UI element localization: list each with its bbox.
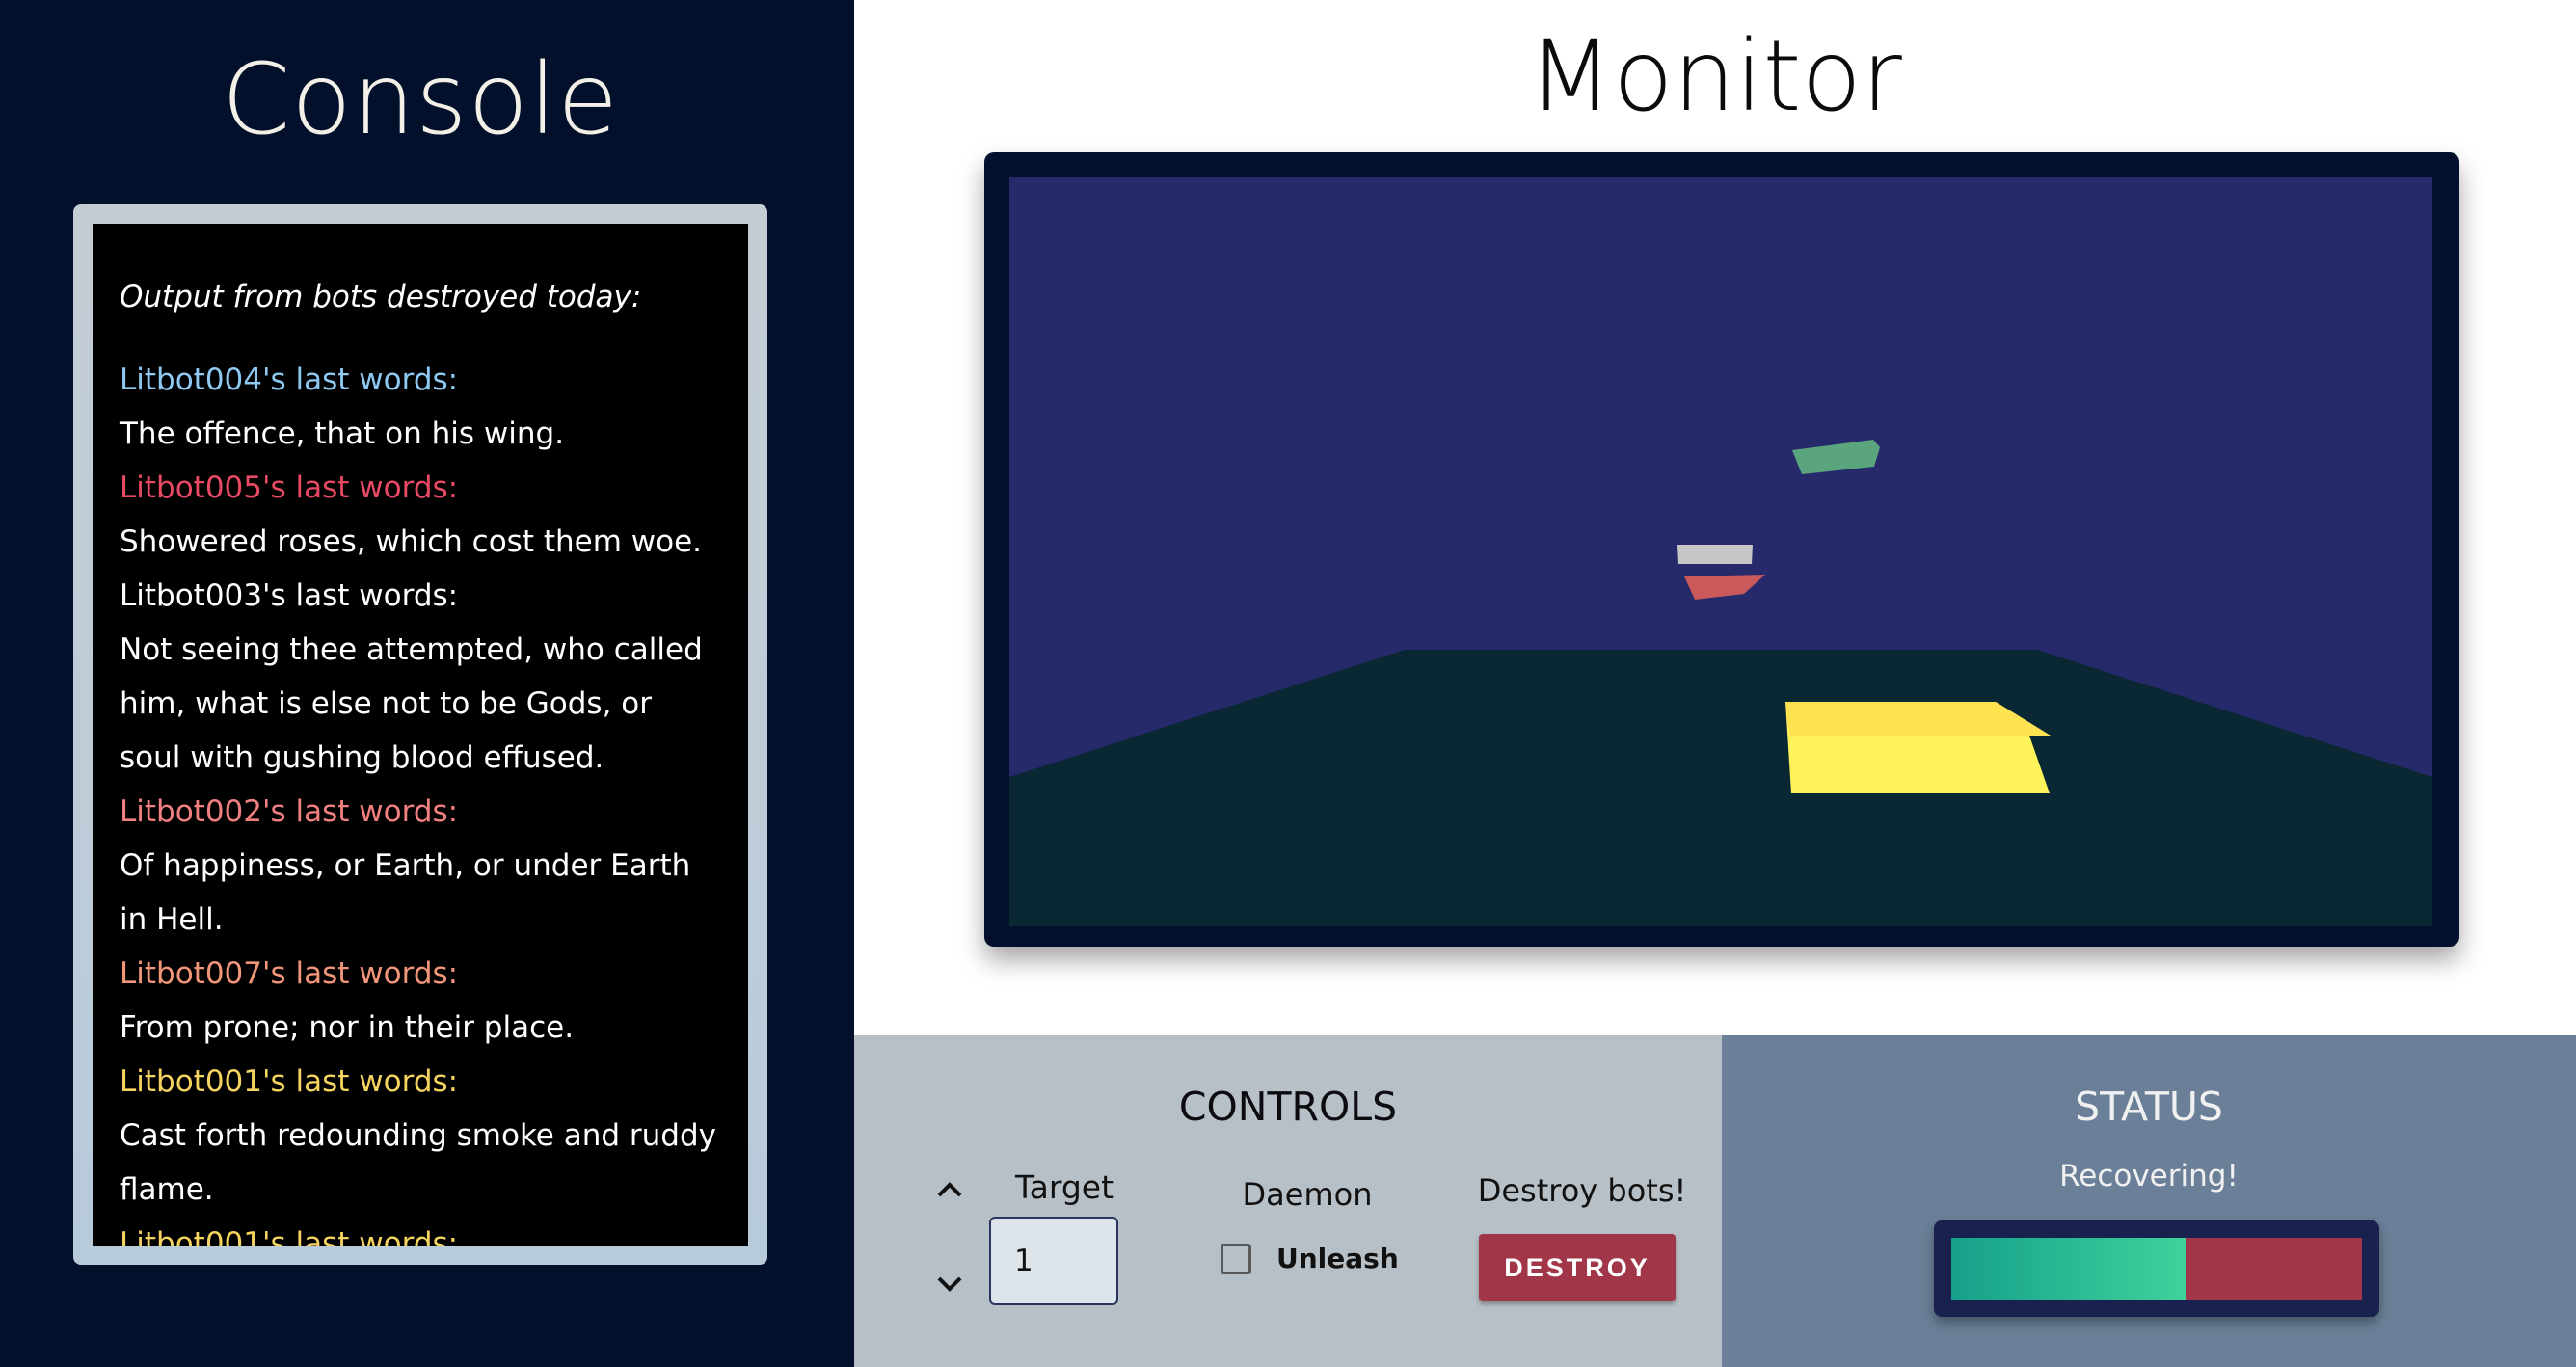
console-line: Litbot005's last words:	[120, 470, 459, 505]
scene-canvas	[1009, 177, 2432, 926]
console-line: From prone; nor in their place.	[120, 1010, 575, 1045]
console-output[interactable]: Output from bots destroyed today: Litbot…	[93, 224, 748, 1246]
status-text: Recovering!	[2059, 1159, 2239, 1193]
unleash-checkbox[interactable]	[1221, 1244, 1251, 1274]
console-line: Cast forth redounding smoke and ruddy fl…	[120, 1118, 716, 1207]
target-label: Target	[1014, 1168, 1114, 1206]
daemon-label: Daemon	[1242, 1176, 1373, 1213]
console-line: Litbot003's last words:	[120, 578, 459, 613]
bot-white	[1677, 545, 1753, 564]
monitor-title: Monitor	[1528, 19, 1902, 134]
console-frame: Output from bots destroyed today: Litbot…	[73, 204, 767, 1265]
health-meter	[1934, 1220, 2379, 1317]
destroy-button[interactable]: DESTROY	[1479, 1234, 1676, 1301]
console-line: Litbot001's last words:	[120, 1226, 459, 1246]
health-meter-track	[1951, 1238, 2362, 1300]
console-title: Console	[222, 42, 619, 157]
monitor-viewport[interactable]	[1009, 177, 2432, 926]
console-line: Litbot001's last words:	[120, 1064, 459, 1099]
controls-panel: CONTROLS Target Daemon Unleash Destroy b…	[854, 1035, 1722, 1367]
console-line: Showered roses, which cost them woe.	[120, 524, 703, 559]
console-panel: Console Output from bots destroyed today…	[0, 0, 854, 1367]
console-line: The offence, that on his wing.	[120, 416, 565, 451]
monitor-frame	[984, 152, 2459, 947]
chevron-down-icon[interactable]	[926, 1259, 974, 1307]
status-title: STATUS	[2075, 1084, 2223, 1130]
console-intro: Output from bots destroyed today:	[120, 280, 642, 314]
console-line: Litbot007's last words:	[120, 956, 459, 991]
status-panel: STATUS Recovering!	[1722, 1035, 2576, 1367]
console-lines: Litbot004's last words: The offence, that…	[120, 353, 721, 1246]
chevron-up-icon[interactable]	[926, 1165, 974, 1213]
destroy-label: Destroy bots!	[1477, 1172, 1687, 1209]
target-input[interactable]	[989, 1217, 1118, 1305]
controls-title: CONTROLS	[1178, 1084, 1398, 1130]
console-line: Not seeing thee attempted, who called hi…	[120, 632, 703, 775]
console-line: Litbot002's last words:	[120, 794, 459, 829]
console-line: Of happiness, or Earth, or under Earth i…	[120, 848, 691, 937]
console-line: Litbot004's last words:	[120, 362, 459, 397]
health-meter-fill	[1951, 1238, 2186, 1300]
unleash-label[interactable]: Unleash	[1276, 1244, 1399, 1274]
